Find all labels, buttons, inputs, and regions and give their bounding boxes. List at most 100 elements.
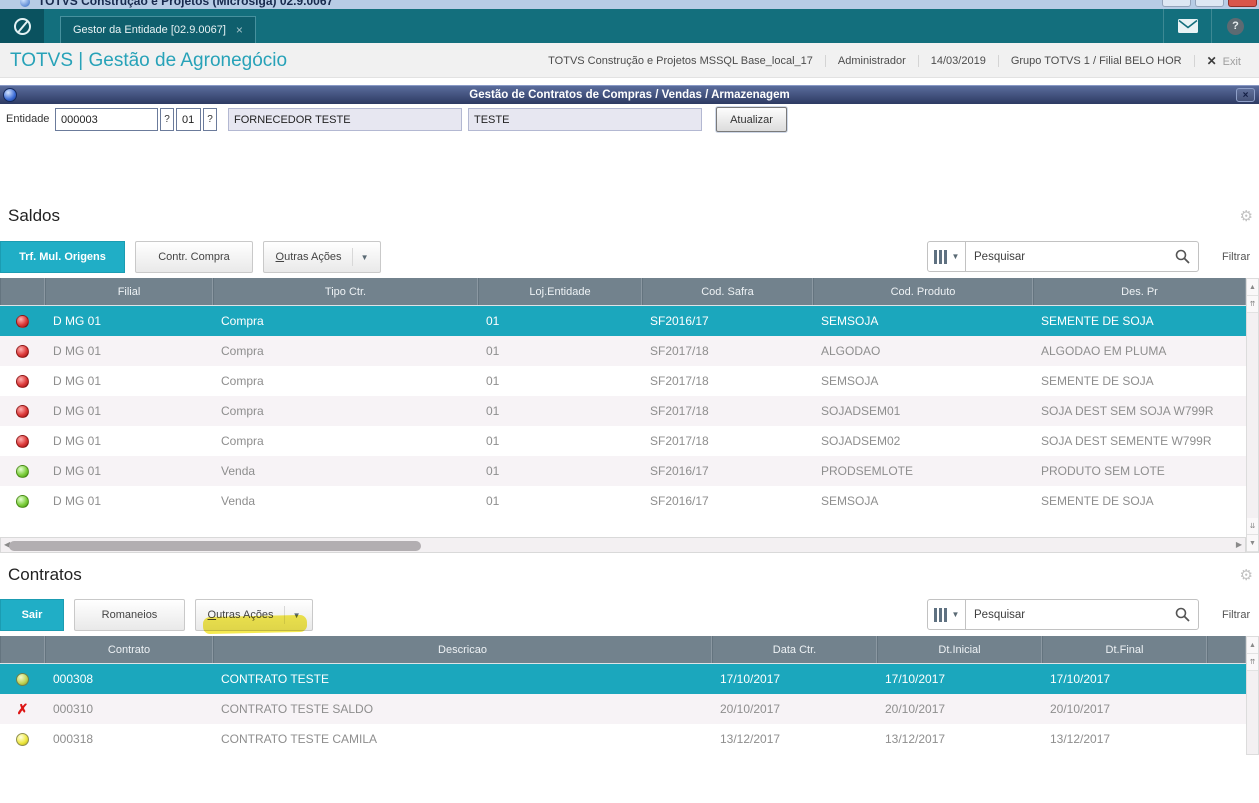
entity-code-lookup-button[interactable]: ? xyxy=(160,108,174,131)
red-ball-icon xyxy=(16,344,29,358)
cell: SEMENTE DE SOJA xyxy=(1041,314,1154,328)
status-cell xyxy=(0,664,45,694)
column-header[interactable] xyxy=(1207,636,1246,663)
tab-gestor-da-entidade[interactable]: Gestor da Entidade [02.9.0067] × xyxy=(60,16,256,43)
table-row[interactable]: ✗ 000310 CONTRATO TESTE SALDO 20/10/2017 20/… xyxy=(0,694,1246,724)
table-row[interactable]: 000318 CONTRATO TESTE CAMILA 13/12/2017 13/… xyxy=(0,724,1246,754)
table-row[interactable]: D MG 01 Venda 01 SF2016/17 PRODSEMLOTE PRODUT… xyxy=(0,456,1246,486)
cell: SF2016/17 xyxy=(650,464,709,478)
column-header[interactable]: Loj.Entidade xyxy=(478,278,642,305)
column-selector-button[interactable]: ▼ xyxy=(927,241,966,272)
maximize-button[interactable] xyxy=(1195,0,1224,7)
cell xyxy=(1207,694,1246,724)
red-ball-icon xyxy=(16,404,29,418)
status-cell xyxy=(0,724,45,754)
saldos-vertical-scrollbar[interactable]: ▲ ⇈ ⇊ ▼ xyxy=(1246,278,1259,553)
minimize-button[interactable] xyxy=(1162,0,1191,7)
cell: 01 xyxy=(486,344,500,358)
contratos-search-input[interactable] xyxy=(966,600,1166,629)
status-cell xyxy=(0,486,45,516)
tab-close-icon[interactable]: × xyxy=(236,23,243,37)
saldos-search-input[interactable] xyxy=(966,242,1166,271)
search-icon[interactable] xyxy=(1175,249,1190,264)
sair-button[interactable]: Sair xyxy=(0,599,64,631)
scroll-page-up-icon[interactable]: ⇈ xyxy=(1247,654,1258,671)
dialog-close-button[interactable]: × xyxy=(1236,88,1255,102)
table-row[interactable]: 000308 CONTRATO TESTE 17/10/2017 17/10/2017… xyxy=(0,664,1246,694)
contr-compra-button[interactable]: Contr. Compra xyxy=(135,241,253,273)
cell xyxy=(1207,664,1246,694)
table-row[interactable]: D MG 01 Venda 01 SF2016/17 SEMSOJA SEMENTE DE… xyxy=(0,486,1246,516)
saldos-filter-link[interactable]: Filtrar xyxy=(1222,251,1250,263)
group-branch-label: Grupo TOTVS 1 / Filial BELO HOR xyxy=(999,54,1195,67)
contratos-outras-acoes-button[interactable]: Outras Ações ▼ xyxy=(195,599,313,631)
scroll-down-icon[interactable]: ▼ xyxy=(1247,535,1258,552)
status-cell xyxy=(0,396,45,426)
cell: SEMSOJA xyxy=(821,494,879,508)
status-cell xyxy=(0,336,45,366)
mail-button[interactable] xyxy=(1163,9,1211,43)
cell: D MG 01 xyxy=(53,464,102,478)
column-header[interactable]: Dt.Final xyxy=(1042,636,1207,663)
column-header[interactable] xyxy=(0,636,45,663)
cell: PRODUTO SEM LOTE xyxy=(1041,464,1165,478)
cell: D MG 01 xyxy=(53,434,102,448)
cell: 17/10/2017 xyxy=(720,672,781,686)
column-header[interactable]: Descricao xyxy=(213,636,712,663)
scroll-thumb[interactable] xyxy=(9,541,421,551)
table-row[interactable]: D MG 01 Compra 01 SF2017/18 SOJADSEM02 SOJA D… xyxy=(0,426,1246,456)
search-icon[interactable] xyxy=(1175,607,1190,622)
entity-store-field[interactable]: 01 xyxy=(176,108,201,131)
cell: D MG 01 xyxy=(53,494,102,508)
column-selector-button[interactable]: ▼ xyxy=(927,599,966,630)
cell: Venda xyxy=(221,494,256,508)
column-header[interactable]: Data Ctr. xyxy=(712,636,877,663)
column-header[interactable]: Tipo Ctr. xyxy=(213,278,478,305)
saldos-horizontal-scrollbar[interactable]: ◀ ▶ xyxy=(0,537,1246,553)
scroll-track[interactable] xyxy=(1247,313,1258,518)
entity-store-lookup-button[interactable]: ? xyxy=(203,108,217,131)
cell: ALGODAO EM PLUMA xyxy=(1041,344,1167,358)
contratos-filter-link[interactable]: Filtrar xyxy=(1222,609,1250,621)
refresh-button[interactable]: Atualizar xyxy=(716,107,787,132)
saldos-outras-acoes-button[interactable]: Outras Ações ▼ xyxy=(263,241,381,273)
column-header[interactable]: Filial xyxy=(45,278,213,305)
column-header[interactable]: Cod. Produto xyxy=(813,278,1033,305)
chevron-down-icon: ▼ xyxy=(951,610,960,619)
table-row[interactable]: D MG 01 Compra 01 SF2017/18 ALGODAO ALGODAO E… xyxy=(0,336,1246,366)
column-header[interactable]: Contrato xyxy=(45,636,213,663)
scroll-right-icon[interactable]: ▶ xyxy=(1236,540,1242,549)
cell: CONTRATO TESTE CAMILA xyxy=(221,732,378,746)
red-ball-icon xyxy=(16,434,29,448)
exit-button[interactable]: ✕ Exit xyxy=(1195,54,1253,68)
close-window-button[interactable] xyxy=(1228,0,1257,7)
table-row[interactable]: D MG 01 Compra 01 SF2017/18 SOJADSEM01 SOJA D… xyxy=(0,396,1246,426)
column-header[interactable]: Cod. Safra xyxy=(642,278,813,305)
trf-mul-origens-button[interactable]: Trf. Mul. Origens xyxy=(0,241,125,273)
entity-code-field[interactable]: 000003 xyxy=(55,108,158,131)
cell: Compra xyxy=(221,314,264,328)
help-button[interactable]: ? xyxy=(1211,9,1259,43)
scroll-track[interactable] xyxy=(1247,671,1258,754)
dialog-titlebar: Gestão de Contratos de Compras / Vendas … xyxy=(0,85,1259,104)
cell: 01 xyxy=(486,434,500,448)
cell: 17/10/2017 xyxy=(885,672,946,686)
contratos-gear-icon[interactable]: ⚙ xyxy=(1240,566,1253,584)
cell: SEMSOJA xyxy=(821,374,879,388)
red-ball-icon xyxy=(16,374,29,388)
column-header[interactable]: Dt.Inicial xyxy=(877,636,1042,663)
scroll-up-icon[interactable]: ▲ xyxy=(1247,279,1258,296)
contratos-grid: Contrato Descricao Data Ctr. Dt.Inicial Dt.F… xyxy=(0,636,1246,755)
saldos-gear-icon[interactable]: ⚙ xyxy=(1240,207,1253,225)
scroll-page-down-icon[interactable]: ⇊ xyxy=(1247,518,1258,535)
romaneios-button[interactable]: Romaneios xyxy=(74,599,185,631)
cell: 000318 xyxy=(53,732,94,746)
cell: Compra xyxy=(221,404,264,418)
table-row[interactable]: D MG 01 Compra 01 SF2016/17 SEMSOJA SEMENTE D… xyxy=(0,306,1246,336)
contratos-vertical-scrollbar[interactable]: ▲ ⇈ xyxy=(1246,636,1259,755)
scroll-page-up-icon[interactable]: ⇈ xyxy=(1247,296,1258,313)
column-header[interactable]: Des. Pr xyxy=(1033,278,1246,305)
scroll-up-icon[interactable]: ▲ xyxy=(1247,637,1258,654)
column-header[interactable] xyxy=(0,278,45,305)
table-row[interactable]: D MG 01 Compra 01 SF2017/18 SEMSOJA SEMENTE D… xyxy=(0,366,1246,396)
